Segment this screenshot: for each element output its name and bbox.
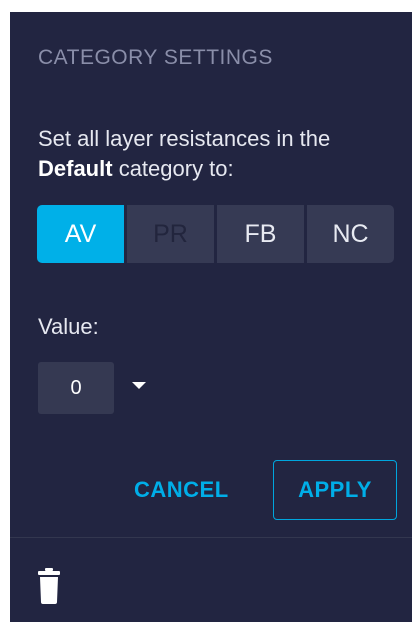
resistance-option-pr: PR bbox=[127, 205, 214, 263]
resistance-segmented-control: AV PR FB NC bbox=[37, 205, 394, 263]
apply-button[interactable]: APPLY bbox=[273, 460, 397, 520]
category-name: Default bbox=[38, 156, 113, 181]
caret-down-icon[interactable] bbox=[132, 382, 146, 389]
category-settings-panel: CATEGORY SETTINGS Set all layer resistan… bbox=[10, 12, 412, 622]
resistance-option-nc[interactable]: NC bbox=[307, 205, 394, 263]
description-prefix: Set all layer resistances in the bbox=[38, 126, 331, 151]
settings-description: Set all layer resistances in the Default… bbox=[38, 124, 398, 184]
value-label: Value: bbox=[38, 314, 99, 339]
description-suffix: category to: bbox=[118, 156, 234, 181]
value-input[interactable] bbox=[39, 375, 113, 401]
trash-icon[interactable] bbox=[38, 568, 60, 604]
value-field-container bbox=[38, 362, 114, 414]
resistance-option-fb[interactable]: FB bbox=[217, 205, 304, 263]
footer-divider bbox=[10, 537, 412, 538]
resistance-option-av[interactable]: AV bbox=[37, 205, 124, 263]
panel-title: CATEGORY SETTINGS bbox=[38, 46, 273, 69]
cancel-button[interactable]: CANCEL bbox=[134, 468, 229, 512]
